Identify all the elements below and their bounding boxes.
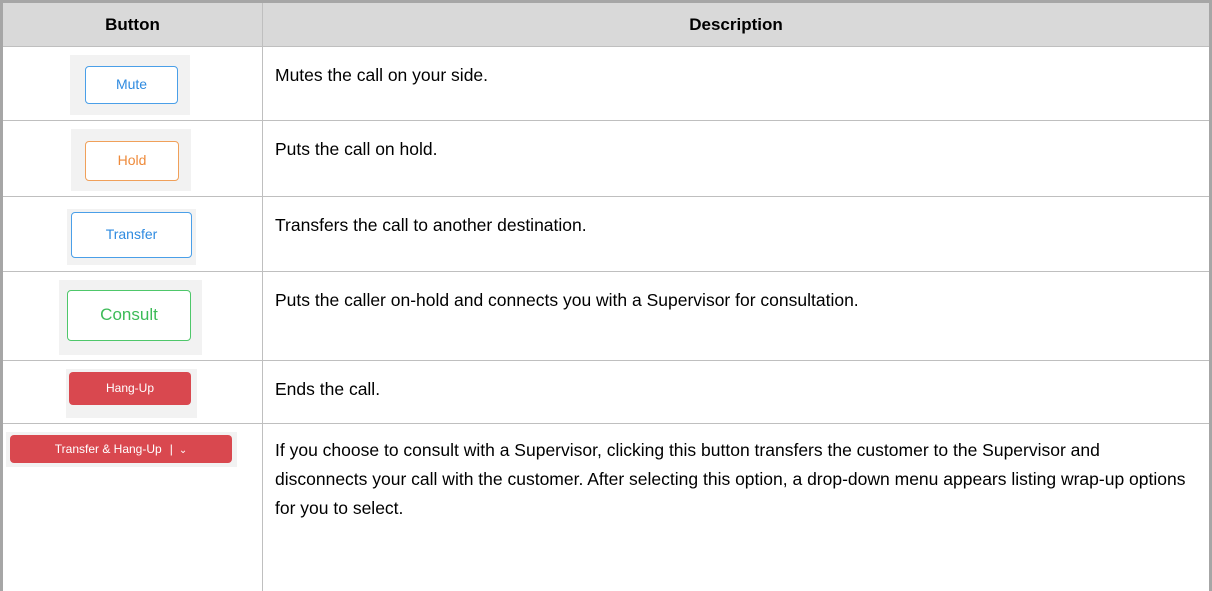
description-text: Transfers the call to another destinatio… bbox=[275, 215, 587, 235]
header-button: Button bbox=[105, 15, 160, 34]
table-row-hold: Hold Puts the call on hold. bbox=[3, 120, 1209, 196]
hang-up-button[interactable]: Hang-Up bbox=[69, 372, 191, 405]
table-row-transfer-hang-up: Transfer & Hang-Up | ⌄ If you choose to co… bbox=[3, 423, 1209, 591]
table-row-consult: Consult Puts the caller on-hold and conn… bbox=[3, 271, 1209, 360]
button-description-table: Button Description Mute Mutes the call o… bbox=[0, 0, 1212, 591]
transfer-and-hang-up-button[interactable]: Transfer & Hang-Up | ⌄ bbox=[10, 435, 232, 463]
description-text: Puts the call on hold. bbox=[275, 139, 438, 159]
split-separator: | bbox=[169, 442, 173, 456]
table-header-row: Button Description bbox=[3, 3, 1209, 46]
description-text: If you choose to consult with a Supervis… bbox=[275, 440, 1186, 518]
mute-button[interactable]: Mute bbox=[85, 66, 178, 104]
consult-button[interactable]: Consult bbox=[67, 290, 191, 341]
description-text: Mutes the call on your side. bbox=[275, 65, 489, 85]
table-row-transfer: Transfer Transfers the call to another d… bbox=[3, 196, 1209, 271]
table-row-hang-up: Hang-Up Ends the call. bbox=[3, 360, 1209, 423]
table-row-mute: Mute Mutes the call on your side. bbox=[3, 46, 1209, 120]
transfer-button[interactable]: Transfer bbox=[71, 212, 192, 258]
button-cell: Hold bbox=[3, 121, 262, 196]
description-text: Ends the call. bbox=[275, 379, 381, 399]
button-cell: Transfer & Hang-Up | ⌄ bbox=[3, 424, 262, 591]
description-text: Puts the caller on-hold and connects you… bbox=[275, 290, 859, 310]
transfer-and-hang-up-label: Transfer & Hang-Up bbox=[54, 442, 162, 456]
header-description: Description bbox=[689, 15, 783, 34]
button-cell: Hang-Up bbox=[3, 361, 262, 423]
button-cell: Mute bbox=[3, 47, 262, 120]
chevron-down-icon[interactable]: ⌄ bbox=[179, 445, 187, 456]
button-cell: Transfer bbox=[3, 197, 262, 271]
button-cell: Consult bbox=[3, 272, 262, 360]
hold-button[interactable]: Hold bbox=[85, 141, 179, 181]
